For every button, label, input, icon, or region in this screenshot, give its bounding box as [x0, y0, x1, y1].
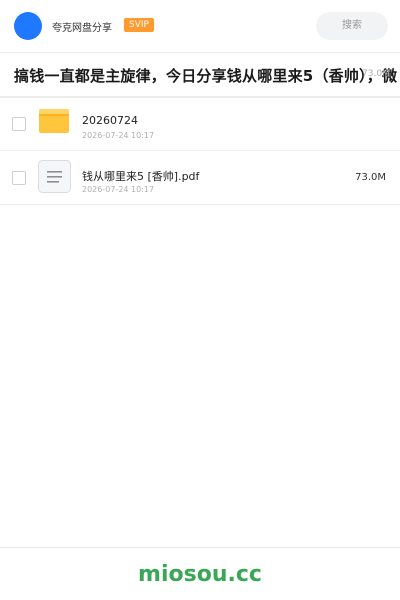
file-name: 20260724 — [82, 114, 138, 127]
footer-divider — [0, 547, 400, 548]
file-size: 73.0M — [355, 172, 386, 183]
file-row-folder[interactable]: 20260724 2026-07-24 10:17 — [0, 97, 400, 151]
row-checkbox[interactable] — [12, 171, 26, 185]
row-checkbox[interactable] — [12, 117, 26, 131]
avatar[interactable] — [14, 12, 42, 40]
share-total-size: 73.0M — [362, 69, 390, 79]
document-icon — [38, 160, 71, 193]
file-date: 2026-07-24 10:17 — [82, 131, 155, 140]
header: 夸克网盘分享 SVIP 搜索 — [0, 0, 400, 52]
site-name: 夸克网盘分享 — [52, 23, 112, 34]
folder-icon — [39, 109, 69, 133]
file-row-pdf[interactable]: 钱从哪里来5 [香帅].pdf 2026-07-24 10:17 73.0M — [0, 151, 400, 205]
share-title: 搞钱一直都是主旋律，今日分享钱从哪里来5（香帅），微 — [14, 67, 398, 85]
brand-link[interactable]: miosou.cc — [0, 562, 400, 587]
share-title-bar: 搞钱一直都是主旋律，今日分享钱从哪里来5（香帅），微 73.0M — [0, 53, 400, 96]
file-date: 2026-07-24 10:17 — [82, 185, 155, 194]
share-page: 夸克网盘分享 SVIP 搜索 搞钱一直都是主旋律，今日分享钱从哪里来5（香帅），… — [0, 0, 400, 600]
svip-badge: SVIP — [124, 18, 154, 32]
search-button[interactable]: 搜索 — [316, 12, 388, 40]
file-name: 钱从哪里来5 [香帅].pdf — [82, 170, 200, 183]
